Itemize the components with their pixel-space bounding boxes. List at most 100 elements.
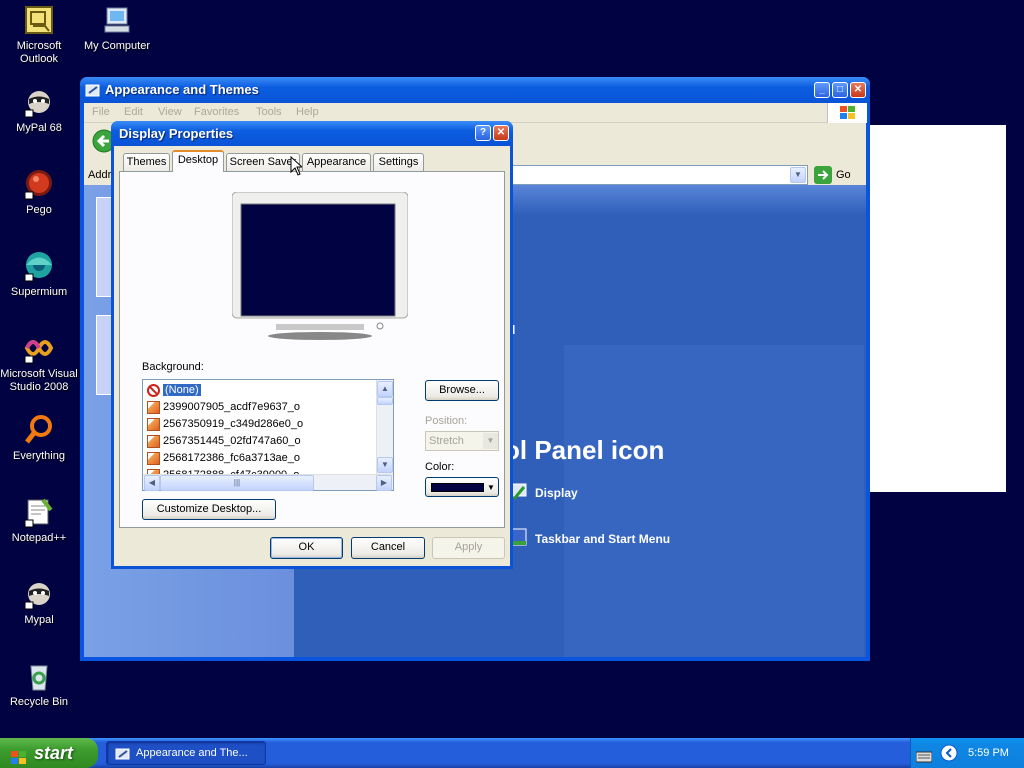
start-label: start: [34, 743, 74, 763]
taskbar-item-label: Appearance and The...: [136, 747, 248, 759]
close-button[interactable]: ✕: [850, 82, 866, 98]
dialog-title: Display Properties: [119, 126, 234, 141]
raccoon-icon: [23, 578, 55, 610]
background-listbox[interactable]: (None) 2399007905_acdf7e9637_o 256735091…: [142, 379, 394, 491]
desktop-icon-label: Notepad++: [11, 532, 67, 544]
position-label: Position:: [425, 415, 468, 427]
scroll-thumb[interactable]: [377, 397, 393, 405]
color-label: Color:: [425, 461, 455, 473]
monitor-preview: [231, 191, 409, 340]
desktop-icon-recycle-bin[interactable]: Recycle Bin: [0, 660, 78, 709]
address-label: Addr: [88, 169, 112, 181]
scroll-left-button[interactable]: ◀: [144, 475, 160, 491]
go-arrow-icon[interactable]: [814, 166, 832, 187]
desktop-icon-supermium[interactable]: Supermium: [0, 250, 78, 299]
system-tray: 5:59 PM: [910, 738, 1024, 768]
visual-studio-icon: [23, 332, 55, 364]
everything-icon: [23, 414, 55, 446]
explorer-title-bar[interactable]: Appearance and Themes _ □ ✕: [80, 77, 870, 103]
desktop-icon-mypal-68[interactable]: MyPal 68: [0, 86, 78, 135]
color-picker-button[interactable]: ▼: [425, 477, 499, 497]
list-item[interactable]: (None): [147, 382, 201, 398]
desktop-icon-label: Microsoft Visual Studio 2008: [0, 368, 78, 393]
taskbar-start-menu-link[interactable]: Taskbar and Start Menu: [535, 532, 670, 546]
none-icon: [147, 383, 160, 397]
recycle-bin-icon: [23, 660, 55, 692]
scroll-down-button[interactable]: ▼: [377, 457, 393, 473]
keyboard-icon[interactable]: [915, 746, 933, 768]
chevron-down-icon: ▼: [483, 433, 498, 449]
explorer-title: Appearance and Themes: [105, 82, 259, 97]
desktop-icon-label: Everything: [13, 450, 65, 462]
list-item[interactable]: 2567351445_02fd747a60_o: [147, 433, 301, 449]
pego-icon: [23, 168, 55, 200]
image-file-icon: [147, 451, 160, 465]
taskbar-item-appearance[interactable]: Appearance and The...: [106, 741, 266, 765]
outlook-icon: [23, 4, 55, 36]
position-value: Stretch: [429, 435, 464, 447]
image-file-icon: [147, 434, 160, 448]
desktop-icon-label: Supermium: [10, 286, 68, 298]
clock: 5:59 PM: [968, 747, 1009, 759]
desktop-icon-my-computer[interactable]: My Computer: [78, 4, 156, 53]
notepadpp-icon: [23, 496, 55, 528]
raccoon-icon: [23, 86, 55, 118]
desktop-icon-everything[interactable]: Everything: [0, 414, 78, 463]
supermium-icon: [23, 250, 55, 282]
horizontal-scrollbar[interactable]: ◀ ||| ▶: [143, 474, 393, 491]
tray-arrow-icon[interactable]: [940, 744, 958, 768]
desktop-icon-visual-studio[interactable]: Microsoft Visual Studio 2008: [0, 332, 78, 394]
customize-desktop-button[interactable]: Customize Desktop...: [142, 499, 276, 520]
tab-settings[interactable]: Settings: [373, 153, 424, 171]
menu-tools[interactable]: Tools: [256, 106, 282, 118]
minimize-button[interactable]: _: [814, 82, 830, 98]
menu-help[interactable]: Help: [296, 106, 319, 118]
image-file-icon: [147, 400, 160, 414]
address-input[interactable]: [504, 165, 808, 185]
watermark-graphic: [564, 345, 864, 657]
dialog-close-button[interactable]: ✕: [493, 125, 509, 141]
list-item[interactable]: 2399007905_acdf7e9637_o: [147, 399, 300, 415]
background-label: Background:: [142, 361, 204, 373]
desktop-icon-mypal[interactable]: Mypal: [0, 578, 78, 627]
menu-favorites[interactable]: Favorites: [194, 106, 239, 118]
tab-screen-saver[interactable]: Screen Saver: [226, 153, 300, 171]
menu-file[interactable]: File: [92, 106, 110, 118]
go-button[interactable]: Go: [836, 169, 851, 181]
apply-button[interactable]: Apply: [432, 537, 505, 559]
desktop-icon-label: My Computer: [83, 40, 151, 52]
vertical-scrollbar[interactable]: ▲ ▼: [376, 380, 393, 474]
list-item-label: 2399007905_acdf7e9637_o: [163, 401, 301, 413]
cancel-button[interactable]: Cancel: [351, 537, 425, 559]
display-link[interactable]: Display: [535, 486, 578, 500]
list-item-label: 2567351445_02fd747a60_o: [163, 435, 301, 447]
background-window: [868, 125, 1006, 492]
menu-view[interactable]: View: [158, 106, 182, 118]
dialog-title-bar[interactable]: Display Properties ? ✕: [111, 121, 513, 146]
tab-themes[interactable]: Themes: [123, 153, 170, 171]
tab-desktop[interactable]: Desktop: [172, 150, 224, 172]
desktop-icon-label: MyPal 68: [16, 122, 62, 134]
horizontal-scroll-thumb[interactable]: |||: [160, 475, 314, 491]
browse-button[interactable]: Browse...: [425, 380, 499, 401]
control-panel-icon: [115, 746, 131, 768]
control-panel-icon: [85, 82, 101, 101]
menu-edit[interactable]: Edit: [124, 106, 143, 118]
desktop-icon-pego[interactable]: Pego: [0, 168, 78, 217]
scroll-up-button[interactable]: ▲: [377, 381, 393, 397]
desktop-icon-notepadpp[interactable]: Notepad++: [0, 496, 78, 545]
scroll-right-button[interactable]: ▶: [376, 475, 392, 491]
list-item[interactable]: 2567350919_c349d286e0_o: [147, 416, 303, 432]
maximize-button[interactable]: □: [832, 82, 848, 98]
start-button[interactable]: start: [0, 738, 98, 768]
desktop-icon-outlook[interactable]: Microsoft Outlook: [0, 4, 78, 66]
list-item[interactable]: 2568172386_fc6a3713ae_o: [147, 450, 300, 466]
ok-button[interactable]: OK: [270, 537, 343, 559]
list-item-label: (None): [162, 383, 201, 397]
tab-appearance[interactable]: Appearance: [302, 153, 371, 171]
position-select: Stretch ▼: [425, 431, 499, 451]
help-button[interactable]: ?: [475, 125, 491, 141]
display-properties-dialog[interactable]: Display Properties ? ✕ Themes Desktop Sc…: [111, 121, 513, 569]
mouse-cursor-icon: [290, 155, 304, 179]
address-dropdown-button[interactable]: ▼: [790, 167, 806, 183]
